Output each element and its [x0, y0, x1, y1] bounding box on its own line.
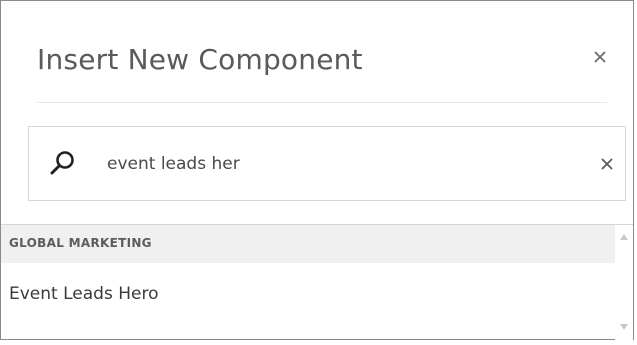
clear-search-button[interactable] — [597, 154, 617, 174]
close-icon — [594, 51, 606, 63]
search-box — [28, 126, 626, 201]
search-input[interactable] — [107, 127, 587, 200]
close-button[interactable] — [586, 43, 614, 71]
list-item-label: Event Leads Hero — [9, 284, 159, 304]
dialog-title: Insert New Component — [37, 43, 363, 76]
list-item[interactable]: Event Leads Hero — [1, 263, 615, 323]
scrollbar[interactable] — [615, 225, 633, 340]
header-divider — [37, 102, 607, 103]
result-group-header: GLOBAL MARKETING — [1, 225, 615, 263]
insert-component-dialog: Insert New Component GLOBAL MARKETING Ev… — [0, 0, 634, 340]
scroll-down-arrow-icon[interactable] — [619, 323, 629, 331]
group-label: GLOBAL MARKETING — [9, 236, 152, 250]
dialog-header: Insert New Component — [37, 37, 633, 97]
search-icon — [50, 151, 74, 175]
clear-icon — [601, 158, 613, 170]
scroll-up-arrow-icon[interactable] — [619, 233, 629, 241]
results-list: GLOBAL MARKETING Event Leads Hero — [1, 224, 633, 340]
